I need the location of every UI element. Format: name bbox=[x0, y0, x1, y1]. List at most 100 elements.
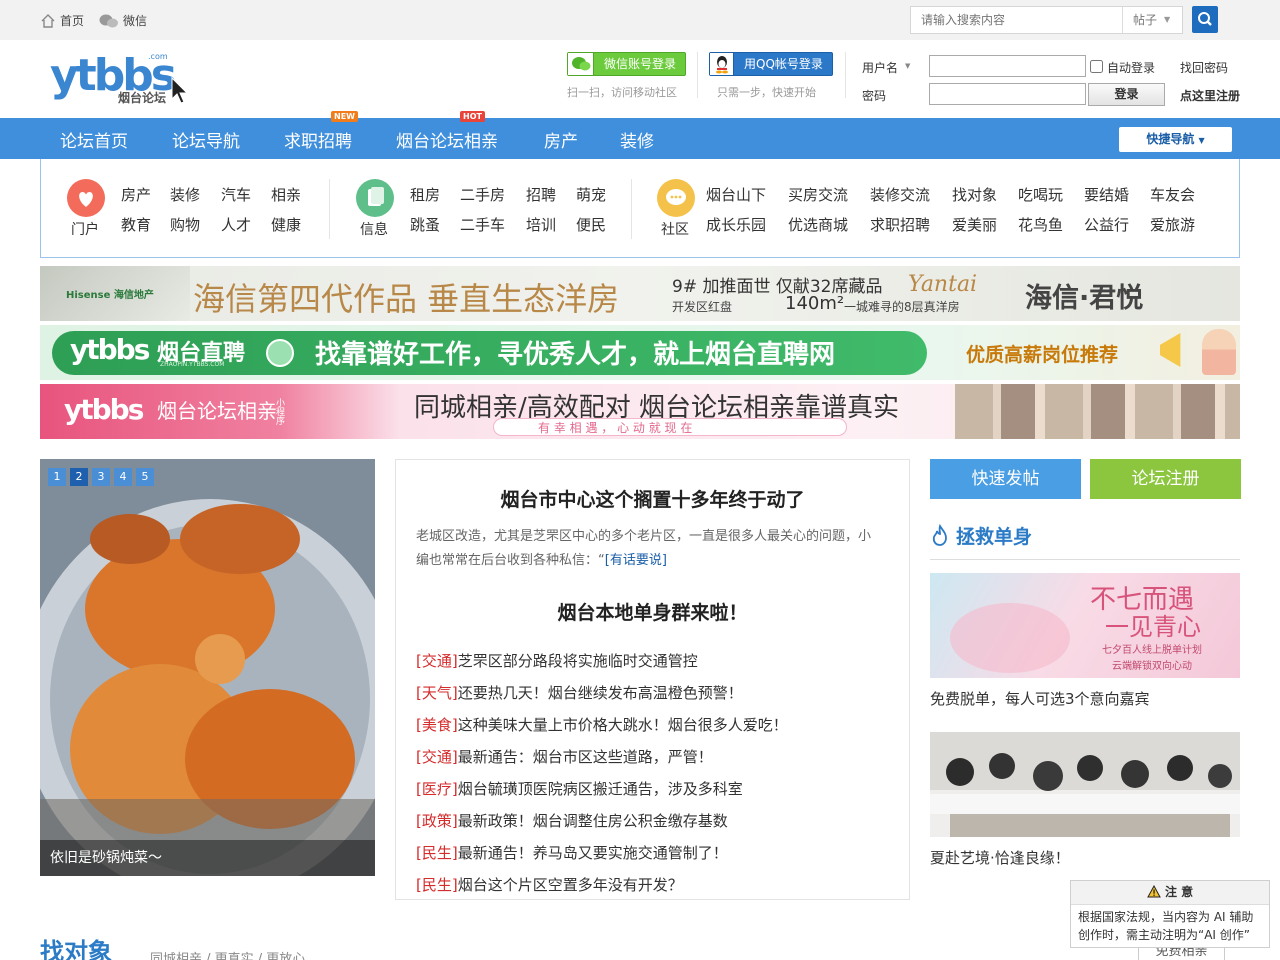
nav-house[interactable]: 房产 bbox=[544, 127, 578, 152]
cat-link[interactable]: 人才 bbox=[221, 214, 251, 235]
cat-link[interactable]: 培训 bbox=[526, 214, 556, 235]
find-password-link[interactable]: 找回密码 bbox=[1180, 59, 1228, 76]
wechat-icon bbox=[99, 14, 118, 27]
quick-post-button[interactable]: 快速发帖 bbox=[930, 459, 1081, 499]
community-label[interactable]: 社区 bbox=[661, 219, 689, 239]
cat-link[interactable]: 房产 bbox=[121, 184, 151, 205]
main-nav: 论坛首页 论坛导航 求职招聘 NEW 烟台论坛相亲 HOT 房产 装修 快捷导航… bbox=[0, 111, 1280, 159]
event-photo[interactable] bbox=[930, 732, 1240, 837]
summary-more-link[interactable]: [有话要说] bbox=[605, 553, 667, 568]
hisense-ad-banner[interactable]: Hisense 海信地产 海信第四代作品 垂直生态洋房 9# 加推面世 仅献32… bbox=[40, 266, 1240, 321]
site-logo[interactable]: ytbbs .com 烟台论坛 bbox=[50, 50, 195, 108]
cat-link[interactable]: 跳蚤 bbox=[410, 214, 440, 235]
cat-link[interactable]: 成长乐园 bbox=[706, 214, 766, 235]
cat-link[interactable]: 二手车 bbox=[460, 214, 505, 235]
cat-link[interactable]: 健康 bbox=[271, 214, 301, 235]
featured-slideshow[interactable]: 1 2 3 4 5 依旧是砂锅炖菜～ bbox=[40, 459, 375, 876]
cat-link[interactable]: 优选商城 bbox=[788, 214, 848, 235]
cat-link[interactable]: 车友会 bbox=[1150, 184, 1195, 205]
cat-link[interactable]: 爱美丽 bbox=[952, 214, 997, 235]
news-tag: [医疗] bbox=[416, 780, 458, 798]
cat-link[interactable]: 吃喝玩 bbox=[1018, 184, 1063, 205]
register-link[interactable]: 点这里注册 bbox=[1180, 87, 1240, 104]
news-tag: [天气] bbox=[416, 684, 458, 702]
cat-link[interactable]: 教育 bbox=[121, 214, 151, 235]
slide-page-button[interactable]: 5 bbox=[136, 468, 154, 486]
news-tag: [民生] bbox=[416, 876, 458, 894]
wechat-login-button[interactable]: 微信账号登录 bbox=[567, 52, 686, 76]
search-input[interactable] bbox=[911, 7, 1123, 33]
username-input[interactable] bbox=[929, 55, 1086, 77]
cat-link[interactable]: 装修 bbox=[170, 184, 200, 205]
cat-link[interactable]: 求职招聘 bbox=[870, 214, 930, 235]
portal-heart-icon bbox=[67, 179, 105, 217]
category-box: 门户 房产 装修 汽车 相亲 教育 购物 人才 健康 信息 租房 二手房 招聘 … bbox=[40, 159, 1240, 258]
cat-link[interactable]: 爱旅游 bbox=[1150, 214, 1195, 235]
news-item[interactable]: [政策]最新政策！烟台调整住房公积金缴存基数 bbox=[416, 810, 728, 831]
headline-main[interactable]: 烟台市中心这个搁置十多年终于动了 bbox=[396, 485, 909, 512]
cat-link[interactable]: 相亲 bbox=[271, 184, 301, 205]
news-tag: [交通] bbox=[416, 748, 458, 766]
cat-link[interactable]: 烟台山下 bbox=[706, 184, 766, 205]
find-partner-title[interactable]: 找对象 bbox=[40, 932, 112, 960]
cat-link[interactable]: 租房 bbox=[410, 184, 440, 205]
cat-link[interactable]: 二手房 bbox=[460, 184, 505, 205]
group-photo bbox=[930, 732, 1240, 837]
slide-page-button[interactable]: 2 bbox=[70, 468, 88, 486]
forum-register-button[interactable]: 论坛注册 bbox=[1090, 459, 1241, 499]
qixi-sub-b: 云端解锁双向心动 bbox=[1112, 661, 1192, 672]
slide-page-button[interactable]: 1 bbox=[48, 468, 66, 486]
slide-page-button[interactable]: 4 bbox=[114, 468, 132, 486]
rescue-title[interactable]: 拯救单身 bbox=[956, 522, 1032, 549]
search-type-select[interactable]: 帖子 ▼ bbox=[1123, 7, 1183, 33]
nav-dating[interactable]: 烟台论坛相亲 bbox=[396, 127, 498, 152]
slide-page-button[interactable]: 3 bbox=[92, 468, 110, 486]
search-button[interactable] bbox=[1192, 6, 1218, 33]
zhaopin-ad-banner[interactable]: ytbbs 烟台直聘 ZHAOPIN.YTBBS.COM 找靠谱好工作，寻优秀人… bbox=[40, 325, 1240, 380]
news-item[interactable]: [医疗]烟台毓璜顶医院病区搬迁通告，涉及多科室 bbox=[416, 778, 743, 799]
event-photo-caption[interactable]: 夏赴艺境·恰逢良缘！ bbox=[930, 847, 1070, 868]
divider bbox=[631, 179, 632, 239]
password-input[interactable] bbox=[929, 83, 1086, 105]
cat-link[interactable]: 公益行 bbox=[1084, 214, 1129, 235]
portal-label[interactable]: 门户 bbox=[71, 219, 99, 239]
quick-nav-button[interactable]: 快捷导航 ▼ bbox=[1119, 127, 1232, 152]
hisense-main-slogan: 海信第四代作品 垂直生态洋房 bbox=[193, 280, 620, 318]
news-item[interactable]: [天气]还要热几天！烟台继续发布高温橙色预警！ bbox=[416, 682, 743, 703]
news-item[interactable]: [民生]最新通告！养马岛又要实施交通管制了！ bbox=[416, 842, 728, 863]
qixi-event-image[interactable]: 不七而遇 一见青心 七夕百人线上脱单计划 云端解锁双向心动 bbox=[930, 573, 1240, 678]
headline-secondary[interactable]: 烟台本地单身群来啦！ bbox=[396, 598, 909, 625]
cat-link[interactable]: 找对象 bbox=[952, 184, 997, 205]
nav-jobs[interactable]: 求职招聘 bbox=[284, 127, 352, 152]
search-box: 帖子 ▼ bbox=[910, 6, 1183, 34]
cat-link[interactable]: 装修交流 bbox=[870, 184, 930, 205]
news-title: 最新政策！烟台调整住房公积金缴存基数 bbox=[457, 812, 728, 830]
cat-link[interactable]: 买房交流 bbox=[788, 184, 848, 205]
auto-login-checkbox[interactable] bbox=[1090, 60, 1103, 73]
news-title: 烟台这个片区空置多年没有开发？ bbox=[457, 876, 683, 894]
cat-link[interactable]: 汽车 bbox=[221, 184, 251, 205]
qq-login-button[interactable]: 用QQ帐号登录 bbox=[709, 52, 833, 76]
cat-link[interactable]: 招聘 bbox=[526, 184, 556, 205]
home-link[interactable]: 首页 bbox=[40, 12, 84, 29]
dating-ad-banner[interactable]: ytbbs 烟台论坛相亲 小程序 同城相亲/高效配对 烟台论坛相亲靠谱真实 有 … bbox=[40, 384, 1240, 439]
news-item[interactable]: [交通]芝罘区部分路段将实施临时交通管控 bbox=[416, 650, 698, 671]
nav-forum-home[interactable]: 论坛首页 bbox=[60, 127, 128, 152]
wechat-link[interactable]: 微信 bbox=[99, 12, 147, 29]
qixi-event-caption[interactable]: 免费脱单，每人可选3个意向嘉宾 bbox=[930, 688, 1150, 709]
blossom-graphic bbox=[950, 603, 1070, 673]
cat-link[interactable]: 购物 bbox=[170, 214, 200, 235]
news-item[interactable]: [交通]最新通告：烟台市区这些道路，严管！ bbox=[416, 746, 713, 767]
news-item[interactable]: [民生]烟台这个片区空置多年没有开发？ bbox=[416, 874, 683, 895]
cat-link[interactable]: 萌宠 bbox=[576, 184, 606, 205]
cat-link[interactable]: 便民 bbox=[576, 214, 606, 235]
info-label[interactable]: 信息 bbox=[360, 219, 388, 239]
slide-caption[interactable]: 依旧是砂锅炖菜～ bbox=[40, 840, 375, 876]
nav-forum-guide[interactable]: 论坛导航 bbox=[172, 127, 240, 152]
login-button[interactable]: 登录 bbox=[1088, 83, 1165, 106]
cat-link[interactable]: 花鸟鱼 bbox=[1018, 214, 1063, 235]
cat-link[interactable]: 要结婚 bbox=[1084, 184, 1129, 205]
notice-header: 注 意 bbox=[1071, 881, 1269, 905]
news-item[interactable]: [美食]这种美味大量上市价格大跳水！烟台很多人爱吃！ bbox=[416, 714, 788, 735]
nav-decoration[interactable]: 装修 bbox=[620, 127, 654, 152]
